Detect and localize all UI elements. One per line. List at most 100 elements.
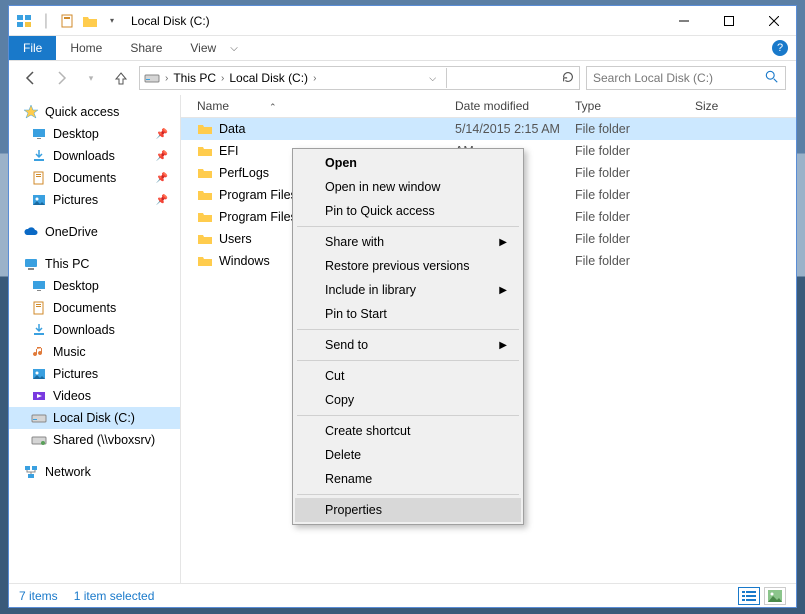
- chevron-right-icon[interactable]: ›: [162, 73, 171, 84]
- sidebar-item-label: Downloads: [53, 323, 115, 337]
- submenu-arrow-icon: ▶: [499, 340, 507, 351]
- forward-button[interactable]: [49, 66, 73, 90]
- sidebar-item-label: Pictures: [53, 367, 98, 381]
- sidebar-quick-access[interactable]: Quick access: [9, 101, 180, 123]
- file-date: 5/14/2015 2:15 AM: [455, 122, 575, 136]
- sidebar-item-desktop[interactable]: Desktop📌: [9, 123, 180, 145]
- ribbon: File Home Share View ⌵ ?: [9, 36, 796, 61]
- pin-icon: 📌: [156, 173, 168, 184]
- sidebar-item-label: Desktop: [53, 127, 99, 141]
- menu-item-restore-previous-versions[interactable]: Restore previous versions: [295, 254, 521, 278]
- menu-item-label: Rename: [325, 472, 372, 486]
- tab-share[interactable]: Share: [116, 37, 176, 59]
- pictures-icon: [31, 192, 47, 208]
- column-headers: Name⌃ Date modified Type Size: [181, 95, 796, 118]
- menu-item-label: Pin to Start: [325, 307, 387, 321]
- sidebar-item-label: Music: [53, 345, 86, 359]
- sidebar-item-videos[interactable]: Videos: [9, 385, 180, 407]
- menu-item-open[interactable]: Open: [295, 151, 521, 175]
- menu-item-share-with[interactable]: Share with▶: [295, 230, 521, 254]
- details-view-button[interactable]: [738, 587, 760, 605]
- sidebar-item-documents[interactable]: Documents: [9, 297, 180, 319]
- menu-item-include-in-library[interactable]: Include in library▶: [295, 278, 521, 302]
- column-type[interactable]: Type: [575, 99, 695, 113]
- file-type: File folder: [575, 210, 695, 224]
- menu-item-label: Create shortcut: [325, 424, 410, 438]
- properties-icon[interactable]: [59, 12, 77, 30]
- menu-item-label: Cut: [325, 369, 344, 383]
- sidebar-item-downloads[interactable]: Downloads: [9, 319, 180, 341]
- explorer-icon[interactable]: [15, 12, 33, 30]
- column-date[interactable]: Date modified: [455, 99, 575, 113]
- sidebar-item-music[interactable]: Music: [9, 341, 180, 363]
- sidebar-item-desktop[interactable]: Desktop: [9, 275, 180, 297]
- search-input[interactable]: Search Local Disk (C:): [586, 66, 786, 90]
- menu-item-create-shortcut[interactable]: Create shortcut: [295, 419, 521, 443]
- sidebar-network[interactable]: Network: [9, 461, 180, 483]
- new-folder-icon[interactable]: [81, 12, 99, 30]
- menu-item-pin-to-quick-access[interactable]: Pin to Quick access: [295, 199, 521, 223]
- menu-item-open-in-new-window[interactable]: Open in new window: [295, 175, 521, 199]
- menu-item-delete[interactable]: Delete: [295, 443, 521, 467]
- column-size[interactable]: Size: [695, 99, 796, 113]
- sidebar-item-downloads[interactable]: Downloads📌: [9, 145, 180, 167]
- column-name[interactable]: Name⌃: [197, 99, 455, 113]
- sidebar-item-label: Pictures: [53, 193, 98, 207]
- qat-dropdown-icon[interactable]: ▾: [103, 12, 121, 30]
- breadcrumb[interactable]: › This PC › Local Disk (C:) › ⌵: [139, 66, 580, 90]
- titlebar: | ▾ Local Disk (C:): [9, 6, 796, 36]
- menu-item-send-to[interactable]: Send to▶: [295, 333, 521, 357]
- sidebar-item-pictures[interactable]: Pictures: [9, 363, 180, 385]
- window-controls: [661, 6, 796, 35]
- file-name: Program Files: [219, 210, 297, 224]
- menu-item-cut[interactable]: Cut: [295, 364, 521, 388]
- menu-item-rename[interactable]: Rename: [295, 467, 521, 491]
- help-icon[interactable]: ?: [772, 40, 788, 56]
- sidebar-label: OneDrive: [45, 225, 98, 239]
- chevron-right-icon[interactable]: ›: [218, 73, 227, 84]
- breadcrumb-item[interactable]: This PC: [173, 71, 216, 85]
- back-button[interactable]: [19, 66, 43, 90]
- menu-item-copy[interactable]: Copy: [295, 388, 521, 412]
- sidebar-item-documents[interactable]: Documents 📌: [9, 167, 180, 189]
- videos-icon: [31, 388, 47, 404]
- tab-view[interactable]: View: [176, 37, 230, 59]
- recent-dropdown-icon[interactable]: ▾: [79, 66, 103, 90]
- chevron-right-icon[interactable]: ›: [310, 73, 319, 84]
- breadcrumb-item[interactable]: Local Disk (C:): [229, 71, 308, 85]
- tab-home[interactable]: Home: [56, 37, 116, 59]
- maximize-button[interactable]: [706, 6, 751, 35]
- file-row[interactable]: Data5/14/2015 2:15 AMFile folder: [181, 118, 796, 140]
- menu-item-properties[interactable]: Properties: [295, 498, 521, 522]
- search-icon[interactable]: [765, 70, 779, 87]
- sidebar-item-label: Documents: [53, 171, 116, 185]
- minimize-button[interactable]: [661, 6, 706, 35]
- qat-separator: |: [37, 12, 55, 30]
- sidebar-item-label: Videos: [53, 389, 91, 403]
- sidebar-onedrive[interactable]: OneDrive: [9, 221, 180, 243]
- pin-icon: 📌: [156, 151, 168, 162]
- cloud-icon: [23, 224, 39, 240]
- sidebar-item-shared-vboxsrv-[interactable]: Shared (\\vboxsrv): [9, 429, 180, 451]
- menu-item-label: Share with: [325, 235, 384, 249]
- menu-item-pin-to-start[interactable]: Pin to Start: [295, 302, 521, 326]
- desktop-icon: [31, 278, 47, 294]
- menu-item-label: Restore previous versions: [325, 259, 470, 273]
- sidebar-item-pictures[interactable]: Pictures📌: [9, 189, 180, 211]
- thumbnails-view-button[interactable]: [764, 587, 786, 605]
- drive-icon: [144, 70, 160, 86]
- sidebar-this-pc[interactable]: This PC: [9, 253, 180, 275]
- menu-item-label: Include in library: [325, 283, 416, 297]
- up-button[interactable]: [109, 66, 133, 90]
- close-button[interactable]: [751, 6, 796, 35]
- address-bar: ▾ › This PC › Local Disk (C:) › ⌵ Search…: [9, 61, 796, 95]
- ribbon-expand-icon[interactable]: ⌵: [230, 43, 238, 54]
- refresh-icon[interactable]: [561, 70, 575, 87]
- pictures-icon: [31, 366, 47, 382]
- shared-vboxsrv--icon: [31, 432, 47, 448]
- sidebar-item-local-disk-c-[interactable]: Local Disk (C:): [9, 407, 180, 429]
- menu-item-label: Properties: [325, 503, 382, 517]
- file-tab[interactable]: File: [9, 36, 56, 60]
- documents-icon: [31, 170, 47, 186]
- history-dropdown-icon[interactable]: ⌵: [429, 73, 436, 84]
